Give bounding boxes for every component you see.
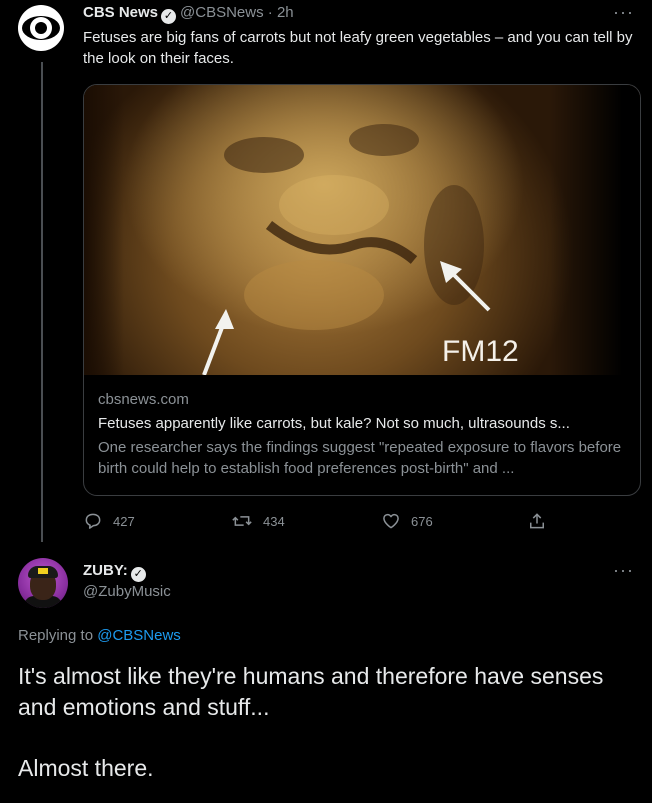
- reply-author-name[interactable]: ZUBY: ✓: [83, 562, 150, 582]
- reply-author-handle[interactable]: @ZubyMusic: [83, 583, 171, 600]
- share-icon: [530, 513, 544, 529]
- tweet-text: Fetuses are big fans of carrots but not …: [83, 29, 633, 67]
- tweet-actions: 427 434 676: [83, 510, 553, 532]
- heart-icon: [383, 513, 399, 529]
- retweet-button[interactable]: 434: [231, 510, 285, 532]
- verified-check-icon: ✓: [161, 9, 177, 24]
- reply-bubble-icon: [85, 513, 101, 529]
- reply-text-line: It's almost like they're humans and ther…: [18, 663, 604, 720]
- card-title[interactable]: Fetuses apparently like carrots, but kal…: [98, 415, 628, 432]
- author-name[interactable]: CBS News: [83, 4, 158, 21]
- author-handle[interactable]: @CBSNews · 2h: [180, 4, 294, 21]
- link-card[interactable]: FM12 cbsnews.com Fetuses apparently like…: [83, 84, 641, 496]
- card-description: One researcher says the findings suggest…: [98, 439, 622, 477]
- zuby-avatar[interactable]: [18, 558, 68, 608]
- more-options-icon[interactable]: ···: [613, 2, 634, 23]
- reply-button[interactable]: 427: [83, 510, 135, 532]
- reply-text: It's almost like they're humans and ther…: [18, 661, 638, 784]
- retweet-icon: [232, 516, 252, 526]
- card-image[interactable]: FM12: [84, 85, 640, 375]
- like-button[interactable]: 676: [381, 510, 433, 532]
- like-count: 676: [411, 513, 433, 529]
- cbs-avatar[interactable]: [18, 5, 64, 51]
- verified-check-icon: ✓: [130, 567, 146, 582]
- replying-to: Replying to @CBSNews: [18, 627, 181, 644]
- cbs-tweet[interactable]: CBS News ✓ @CBSNews · 2h ··· Fetuses are b…: [0, 0, 652, 545]
- replying-to-link[interactable]: @CBSNews: [97, 627, 181, 644]
- tweet-header: CBS News ✓ @CBSNews · 2h: [83, 3, 294, 24]
- reply-text-line: Almost there.: [18, 755, 154, 781]
- image-caption-label: FM12: [442, 335, 519, 368]
- reply-count: 427: [113, 513, 135, 529]
- retweet-count: 434: [263, 513, 285, 529]
- reply-more-options-icon[interactable]: ···: [613, 560, 634, 581]
- share-button[interactable]: [527, 510, 557, 532]
- card-domain: cbsnews.com: [98, 391, 189, 408]
